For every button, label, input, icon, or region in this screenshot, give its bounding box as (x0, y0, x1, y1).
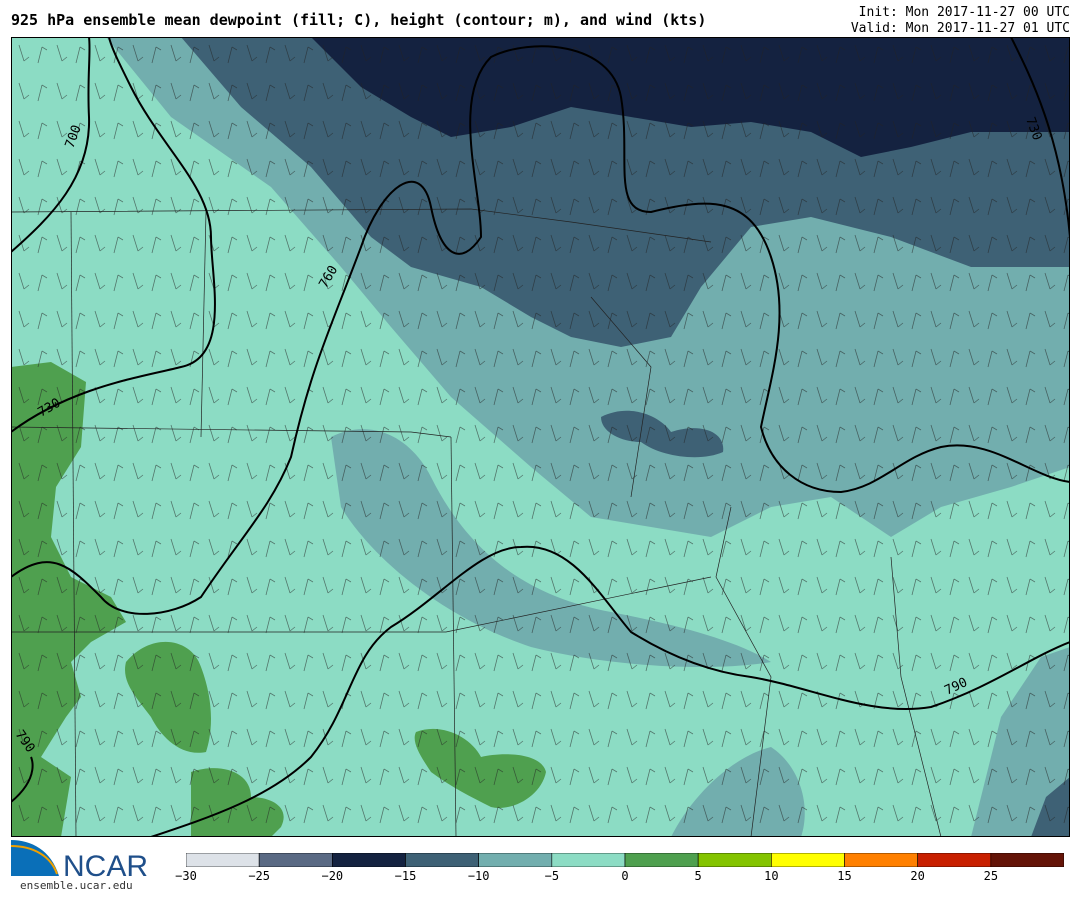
colorbar-tick-label: −20 (321, 869, 344, 883)
colorbar-swatch (478, 853, 553, 867)
colorbar-tick-label: 20 (910, 869, 925, 883)
colorbar (186, 853, 1064, 867)
colorbar-swatch (697, 853, 772, 867)
colorbar-tick-label: −15 (394, 869, 417, 883)
init-time: Init: Mon 2017-11-27 00 UTC (858, 5, 1070, 20)
colorbar-swatch (405, 853, 479, 867)
colorbar-tick-label: −30 (175, 869, 197, 883)
colorbar-swatch (186, 853, 260, 867)
forecast-times: Init: Mon 2017-11-27 00 UTC Valid: Mon 2… (851, 5, 1070, 37)
colorbar-tick-label: 0 (621, 869, 629, 883)
colorbar-swatch (551, 853, 626, 867)
colorbar-swatch (844, 853, 918, 867)
colorbar-tick-label: 15 (837, 869, 852, 883)
colorbar-swatch (258, 853, 333, 867)
colorbar-tick-label: 25 (983, 869, 999, 883)
colorbar-tick-label: 10 (764, 869, 779, 883)
colorbar-swatch (917, 853, 992, 867)
colorbar-swatch (332, 853, 406, 867)
colorbar-tick-label: −25 (248, 869, 270, 883)
colorbar-tick-label: 5 (694, 869, 702, 883)
colorbar-tick-label: −5 (544, 869, 560, 883)
dewpoint-map: 700 730 760 730 790 790 (11, 37, 1070, 837)
colorbar-labels: −30 −25 −20 −15 −10 −5 0 5 10 15 20 25 (0, 869, 1080, 887)
valid-time: Valid: Mon 2017-11-27 01 UTC (850, 21, 1070, 36)
chart-title: 925 hPa ensemble mean dewpoint (fill; C)… (11, 11, 707, 29)
colorbar-swatch (771, 853, 845, 867)
colorbar-swatch (990, 853, 1064, 867)
colorbar-tick-label: −10 (467, 869, 490, 883)
colorbar-swatch (624, 853, 699, 867)
